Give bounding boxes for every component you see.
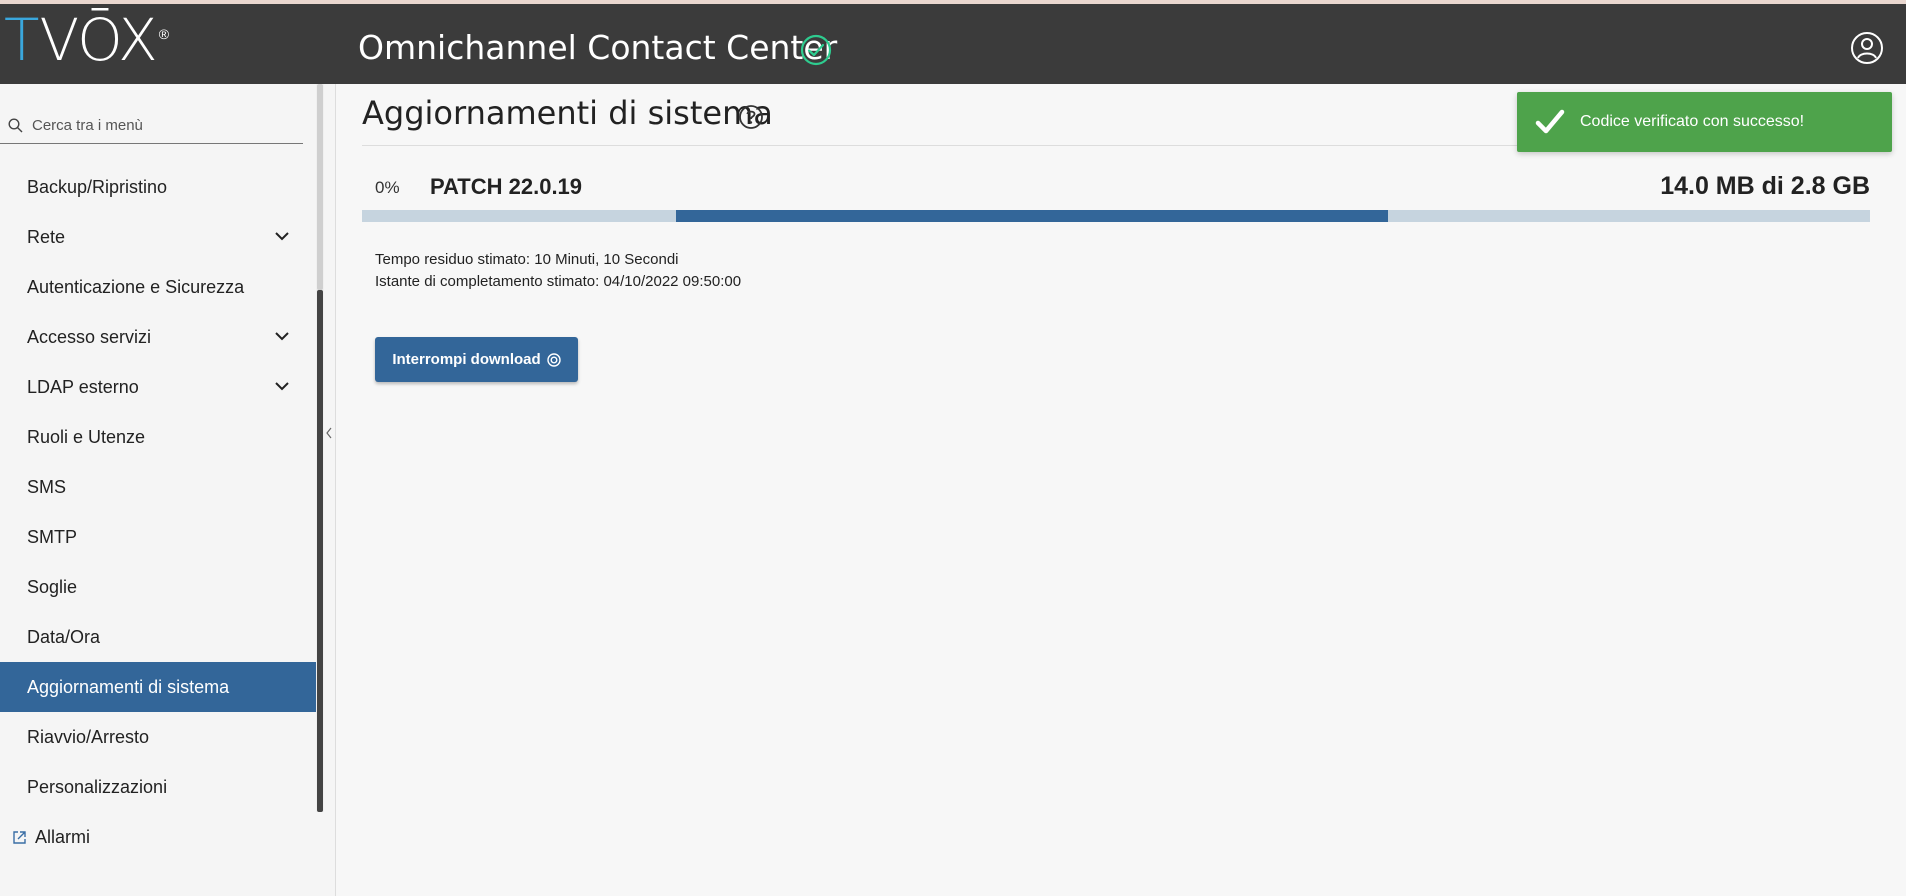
sidebar-item-personalizzazioni[interactable]: Personalizzazioni bbox=[0, 762, 316, 812]
checkmark-icon bbox=[1535, 109, 1565, 134]
sidebar-scrollbar-thumb[interactable] bbox=[317, 290, 323, 812]
progress-indicator bbox=[676, 210, 1388, 222]
external-link-icon bbox=[13, 831, 26, 844]
sidebar-item-autenticazione[interactable]: Autenticazione e Sicurezza bbox=[0, 262, 316, 312]
sidebar-item-label: Accesso servizi bbox=[27, 326, 152, 347]
sidebar-item-label: Data/Ora bbox=[27, 626, 101, 647]
sidebar-menu: Backup/Ripristino Rete Autenticazione e … bbox=[0, 162, 316, 862]
sidebar-item-label: Autenticazione e Sicurezza bbox=[27, 276, 245, 297]
chevron-down-icon bbox=[275, 232, 289, 241]
download-progress-bar bbox=[362, 210, 1870, 222]
search-input[interactable] bbox=[30, 112, 298, 138]
stop-circle-icon bbox=[546, 352, 561, 367]
download-percent: 0% bbox=[375, 178, 400, 197]
estimated-completion: Istante di completamento stimato: 04/10/… bbox=[375, 273, 742, 290]
user-circle-icon[interactable] bbox=[1850, 31, 1884, 65]
sidebar-item-accesso-servizi[interactable]: Accesso servizi bbox=[0, 312, 316, 362]
sidebar-item-label: SMTP bbox=[27, 526, 78, 547]
stop-download-button[interactable]: Interrompi download bbox=[375, 337, 578, 382]
sidebar-scrollbar-upper bbox=[317, 84, 323, 290]
help-icon[interactable] bbox=[738, 104, 764, 130]
sidebar-item-label: Rete bbox=[27, 226, 66, 247]
success-toast[interactable]: Codice verificato con successo! bbox=[1517, 92, 1892, 152]
sidebar-item-riavvio-arresto[interactable]: Riavvio/Arresto bbox=[0, 712, 316, 762]
sidebar-item-ruoli-utenze[interactable]: Ruoli e Utenze bbox=[0, 412, 316, 462]
app-title: Omnichannel Contact Center bbox=[358, 28, 838, 67]
collapse-sidebar-icon[interactable] bbox=[325, 426, 333, 440]
sidebar-item-allarmi[interactable]: Allarmi bbox=[0, 812, 316, 862]
stop-download-label: Interrompi download bbox=[392, 351, 541, 368]
sidebar: Backup/Ripristino Rete Autenticazione e … bbox=[0, 84, 336, 896]
sidebar-item-rete[interactable]: Rete bbox=[0, 212, 316, 262]
patch-name: PATCH 22.0.19 bbox=[430, 174, 583, 199]
page-title: Aggiornamenti di sistema bbox=[362, 94, 773, 132]
sidebar-item-data-ora[interactable]: Data/Ora bbox=[0, 612, 316, 662]
chevron-down-icon bbox=[275, 332, 289, 341]
check-circle-icon bbox=[800, 34, 832, 66]
sidebar-item-backup-ripristino[interactable]: Backup/Ripristino bbox=[0, 162, 316, 212]
toast-message: Codice verificato con successo! bbox=[1580, 113, 1805, 130]
top-bar: T VŌX ® Omnichannel Contact Center bbox=[0, 4, 1906, 84]
sidebar-item-label: Personalizzazioni bbox=[27, 776, 168, 797]
tvox-logo: T VŌX ® bbox=[4, 6, 170, 74]
sidebar-item-label: Backup/Ripristino bbox=[27, 176, 168, 197]
sidebar-item-label: LDAP esterno bbox=[27, 376, 139, 397]
estimated-time-remaining: Tempo residuo stimato: 10 Minuti, 10 Sec… bbox=[375, 251, 679, 268]
sidebar-item-soglie[interactable]: Soglie bbox=[0, 562, 316, 612]
search-icon bbox=[8, 118, 23, 133]
chevron-down-icon bbox=[275, 382, 289, 391]
sidebar-item-label: Soglie bbox=[27, 576, 78, 597]
sidebar-item-label: Riavvio/Arresto bbox=[27, 726, 150, 747]
sidebar-item-label: Ruoli e Utenze bbox=[27, 426, 146, 447]
sidebar-item-ldap-esterno[interactable]: LDAP esterno bbox=[0, 362, 316, 412]
download-size: 14.0 MB di 2.8 GB bbox=[1660, 172, 1870, 200]
sidebar-item-sms[interactable]: SMS bbox=[0, 462, 316, 512]
sidebar-item-label: SMS bbox=[27, 476, 67, 497]
sidebar-item-aggiornamenti[interactable]: Aggiornamenti di sistema bbox=[0, 662, 316, 712]
sidebar-item-label: Aggiornamenti di sistema bbox=[27, 676, 230, 697]
sidebar-item-smtp[interactable]: SMTP bbox=[0, 512, 316, 562]
sidebar-item-label: Allarmi bbox=[35, 826, 91, 847]
menu-search bbox=[0, 106, 303, 144]
